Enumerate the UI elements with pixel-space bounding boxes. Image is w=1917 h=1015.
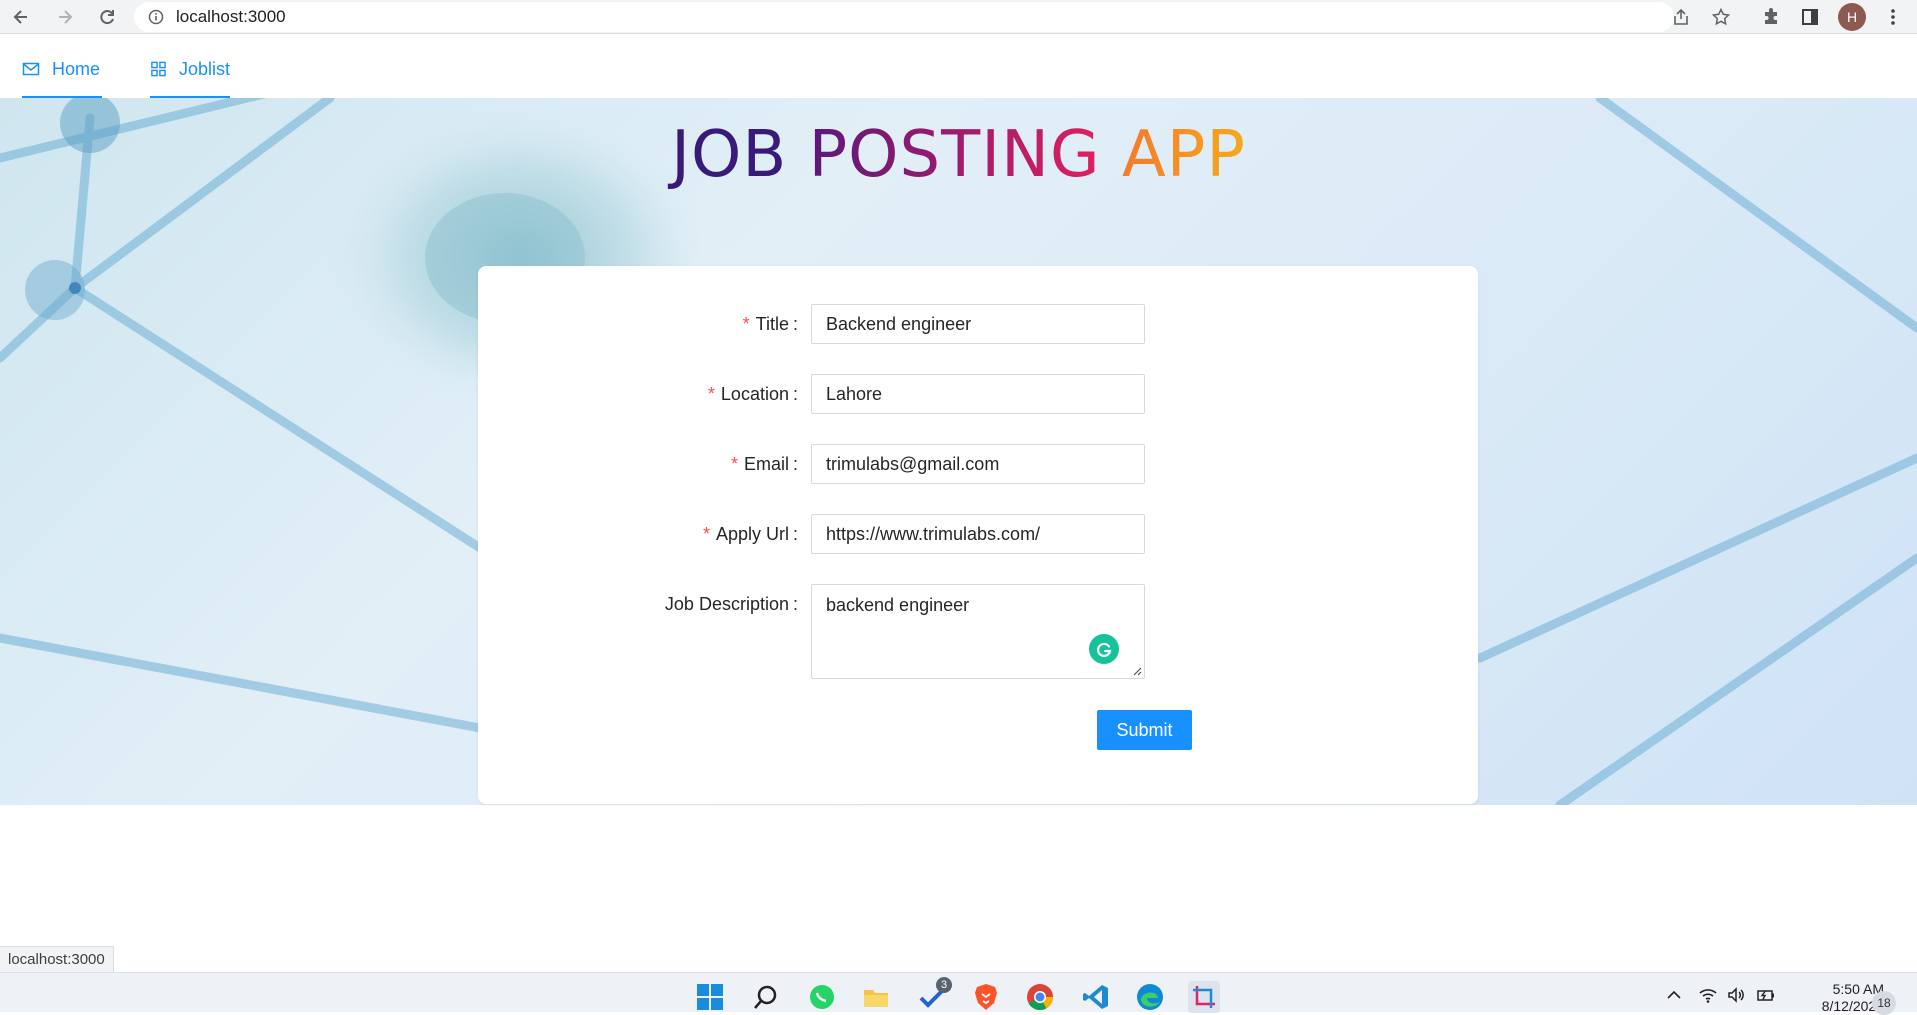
extensions-button[interactable] (1758, 4, 1784, 30)
vscode-icon (1083, 985, 1108, 1009)
grammarly-button[interactable] (1089, 634, 1119, 664)
form-row-title: * Title: (478, 304, 1478, 344)
resize-handle-icon[interactable] (1132, 666, 1142, 676)
star-icon (1711, 7, 1731, 26)
form-row-job-description: Job Description: backend engineer (478, 584, 1478, 679)
snipping-tool-icon (1193, 986, 1215, 1008)
tray-overflow-button[interactable] (1662, 983, 1686, 1007)
info-icon[interactable] (148, 9, 164, 25)
taskbar-snipping-tool[interactable] (1188, 981, 1220, 1013)
page-title: JOB POSTING APP (0, 118, 1917, 192)
bookmark-button[interactable] (1708, 4, 1734, 30)
side-panel-icon (1802, 9, 1818, 25)
apply-url-label: * Apply Url: (702, 523, 798, 544)
share-icon (1674, 8, 1688, 25)
share-button[interactable] (1668, 4, 1694, 30)
reload-button[interactable] (94, 4, 120, 30)
chrome-icon (1027, 984, 1054, 1011)
forward-button[interactable] (52, 4, 78, 30)
title-input[interactable] (811, 304, 1145, 344)
clock-date: 8/12/2022 (1821, 998, 1884, 1014)
job-description-label: Job Description: (664, 593, 798, 614)
taskbar-edge[interactable] (1134, 981, 1166, 1013)
form-row-email: * Email: (478, 444, 1478, 484)
menu-item-joblist[interactable]: Joblist (150, 40, 230, 98)
email-label: * Email: (730, 453, 798, 474)
taskbar-todo[interactable]: 3 (916, 977, 952, 1013)
link-status-bubble: localhost:3000 (0, 946, 114, 972)
search-icon (754, 985, 777, 1009)
profile-avatar[interactable]: H (1838, 3, 1866, 31)
chrome-menu-button[interactable] (1880, 4, 1906, 30)
mail-icon (22, 62, 40, 76)
appstore-icon (151, 61, 166, 77)
title-word-3: APP (1121, 118, 1246, 192)
form-row-apply-url: * Apply Url: (478, 514, 1478, 554)
submit-button[interactable]: Submit (1097, 710, 1192, 750)
email-input[interactable] (811, 444, 1145, 484)
arrow-left-icon (13, 10, 27, 24)
title-label: * Title: (742, 313, 798, 334)
whatsapp-icon (810, 985, 834, 1009)
location-label: * Location: (707, 383, 798, 404)
apply-url-input[interactable] (811, 514, 1145, 554)
start-button[interactable] (694, 981, 726, 1013)
form-row-location: * Location: (478, 374, 1478, 414)
kebab-menu-icon (1891, 9, 1895, 25)
taskbar-search-button[interactable] (750, 981, 782, 1013)
grammarly-icon (1097, 642, 1112, 658)
wifi-icon (1699, 989, 1717, 1003)
brave-lion-icon (975, 984, 997, 1010)
menu-item-joblist-label: Joblist (178, 58, 230, 79)
todo-badge: 3 (936, 977, 952, 993)
speaker-icon (1728, 987, 1744, 1003)
top-navigation-menu: Home Joblist (0, 40, 1917, 98)
title-word-1: JOB (671, 118, 788, 192)
tray-wifi[interactable] (1696, 983, 1720, 1007)
address-bar[interactable]: localhost:3000 (134, 2, 1674, 32)
taskbar-whatsapp[interactable] (806, 981, 838, 1013)
side-panel-button[interactable] (1797, 4, 1823, 30)
required-mark: * (730, 453, 738, 474)
battery-charging-icon (1757, 990, 1774, 1001)
windows-taskbar: 3 5:50 AM 8/12/2022 18 (0, 972, 1917, 1015)
required-mark: * (702, 523, 710, 544)
address-url[interactable]: localhost:3000 (176, 7, 286, 27)
job-description-textarea[interactable]: backend engineer (811, 584, 1145, 679)
title-word-2: POSTING (808, 118, 1101, 192)
menu-item-home[interactable]: Home (22, 40, 102, 98)
folder-icon (864, 990, 888, 1007)
reload-icon (100, 10, 114, 25)
taskbar-vscode[interactable] (1080, 981, 1112, 1013)
windows-logo-icon (697, 984, 723, 1010)
tray-battery[interactable] (1754, 983, 1778, 1007)
edge-icon (1137, 984, 1163, 1010)
arrow-right-icon (59, 10, 73, 24)
back-button[interactable] (8, 4, 34, 30)
location-input[interactable] (811, 374, 1145, 414)
chevron-up-icon (1667, 990, 1681, 999)
job-post-form-card: * Title: * Location: * Email: * Apply Ur… (478, 266, 1478, 804)
taskbar-brave[interactable] (970, 981, 1002, 1013)
taskbar-chrome[interactable] (1024, 981, 1056, 1013)
taskbar-clock[interactable]: 5:50 AM 8/12/2022 (1784, 981, 1884, 1015)
taskbar-file-explorer[interactable] (860, 981, 892, 1013)
notification-count-badge[interactable]: 18 (1872, 991, 1896, 1015)
browser-toolbar: localhost:3000 H (0, 0, 1917, 34)
tray-volume[interactable] (1724, 983, 1748, 1007)
menu-item-home-label: Home (52, 58, 101, 79)
required-mark: * (742, 313, 750, 334)
clock-time: 5:50 AM (1832, 981, 1884, 997)
required-mark: * (707, 383, 715, 404)
puzzle-icon (1765, 8, 1777, 24)
